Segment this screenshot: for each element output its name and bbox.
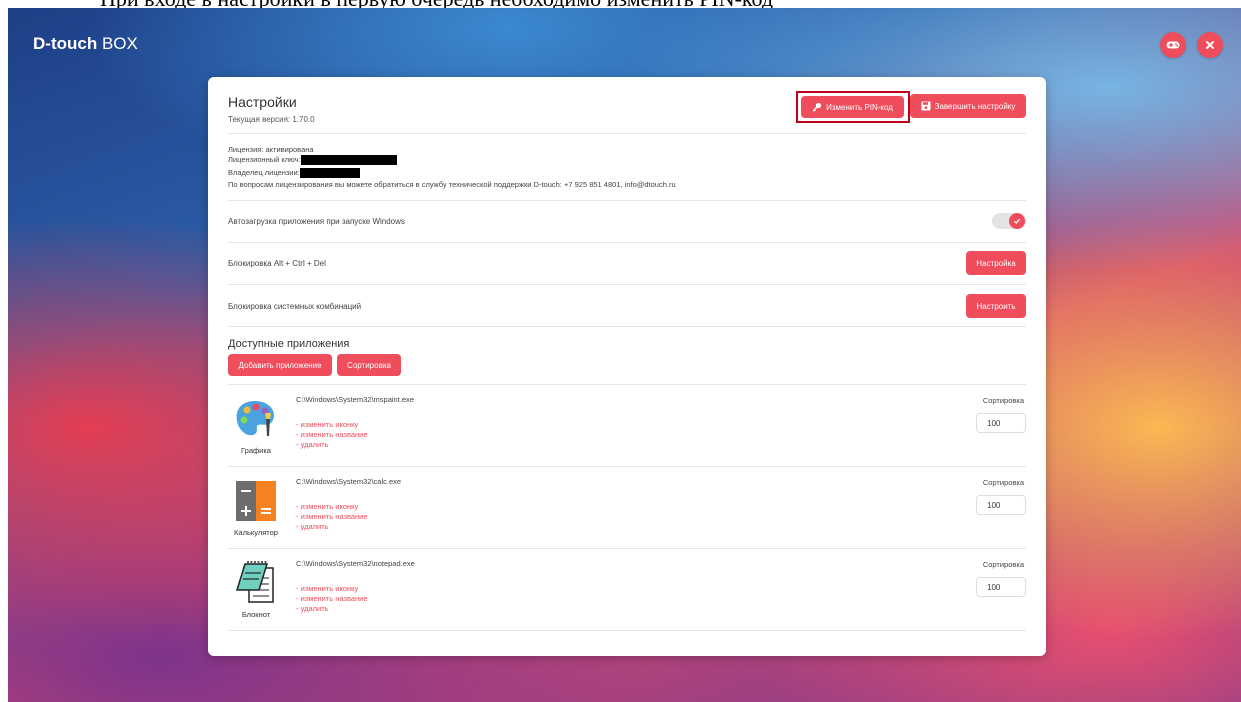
- paint-palette-icon: [228, 394, 284, 444]
- notepad-icon: [228, 558, 284, 608]
- altctrldel-settings-button[interactable]: Настройка: [966, 251, 1026, 275]
- add-app-label: Добавить приложение: [238, 360, 322, 370]
- calculator-icon: [228, 476, 284, 526]
- close-button[interactable]: [1197, 32, 1223, 58]
- finish-settings-button[interactable]: Завершить настройку: [910, 94, 1026, 118]
- app-path: C:\Windows\System32\notepad.exe: [296, 559, 415, 568]
- sort-order-input[interactable]: [976, 495, 1026, 515]
- change-icon-link[interactable]: - изменить иконку: [296, 584, 358, 593]
- divider: [228, 384, 1026, 385]
- divider: [228, 326, 1026, 327]
- syscombo-label: Блокировка системных комбинаций: [228, 302, 362, 311]
- settings-panel: Настройки Текущая версия: 1.70.0 Изменит…: [208, 77, 1046, 656]
- app-item: Блокнот C:\Windows\System32\notepad.exe …: [228, 550, 1026, 632]
- autostart-toggle[interactable]: [992, 213, 1026, 229]
- sort-label: Сортировка: [982, 396, 1024, 405]
- altctrldel-label: Блокировка Alt + Ctrl + Del: [228, 259, 326, 268]
- delete-link[interactable]: - удалить: [296, 440, 329, 449]
- toggle-knob: [1009, 213, 1025, 229]
- rename-link[interactable]: - изменить название: [296, 594, 368, 603]
- add-app-button[interactable]: Добавить приложение: [228, 354, 332, 376]
- sort-order-input[interactable]: [976, 577, 1026, 597]
- sort-label: Сортировка: [982, 560, 1024, 569]
- license-owner-redacted: [299, 168, 360, 179]
- license-support-text: По вопросам лицензирования вы можете обр…: [228, 180, 676, 189]
- rename-link[interactable]: - изменить название: [296, 430, 368, 439]
- key-icon: [812, 102, 822, 112]
- autostart-label: Автозагрузка приложения при запуске Wind…: [228, 217, 405, 226]
- change-pin-button[interactable]: Изменить PIN-код: [801, 96, 904, 118]
- license-owner-label: Владелец лицензии:: [228, 168, 300, 177]
- gamepad-button[interactable]: [1160, 32, 1186, 58]
- delete-link[interactable]: - удалить: [296, 522, 329, 531]
- divider: [228, 200, 1026, 201]
- app-item: Калькулятор C:\Windows\System32\calc.exe…: [228, 468, 1026, 550]
- divider: [228, 133, 1026, 134]
- divider: [228, 630, 1026, 631]
- app-item: Графика C:\Windows\System32\mspaint.exe …: [228, 386, 1026, 468]
- finish-settings-label: Завершить настройку: [934, 101, 1016, 111]
- app-name: Графика: [241, 446, 271, 455]
- license-status: Лицензия: активирована: [228, 145, 314, 154]
- app-path: C:\Windows\System32\mspaint.exe: [296, 395, 414, 404]
- caption-text-cropped: При входе в настройки в первую очередь н…: [0, 0, 1241, 8]
- app-brand: D-touch BOX: [33, 34, 138, 53]
- change-icon-link[interactable]: - изменить иконку: [296, 420, 358, 429]
- gamepad-icon: [1166, 41, 1180, 49]
- close-icon: [1206, 41, 1214, 49]
- license-key-label: Лицензионный ключ:: [228, 155, 301, 164]
- syscombo-settings-button[interactable]: Настроить: [966, 294, 1026, 318]
- divider: [228, 284, 1026, 285]
- apps-section-title: Доступные приложения: [228, 338, 350, 350]
- save-icon: [921, 101, 931, 111]
- desktop-background: D-touch BOX Настройки Текущая версия: 1.…: [8, 8, 1241, 702]
- settings-title: Настройки: [228, 94, 297, 110]
- app-path: C:\Windows\System32\calc.exe: [296, 477, 402, 486]
- app-name: Блокнот: [241, 610, 271, 619]
- change-pin-label: Изменить PIN-код: [826, 102, 893, 112]
- divider: [228, 242, 1026, 243]
- license-key-row: Лицензионный ключ:: [228, 155, 397, 166]
- sort-button[interactable]: Сортировка: [337, 354, 401, 376]
- rename-link[interactable]: - изменить название: [296, 512, 368, 521]
- delete-link[interactable]: - удалить: [296, 604, 329, 613]
- sort-button-label: Сортировка: [347, 360, 391, 370]
- license-owner-row: Владелец лицензии:: [228, 168, 360, 179]
- divider: [228, 466, 1026, 467]
- syscombo-settings-label: Настроить: [976, 301, 1016, 311]
- sort-order-input[interactable]: [976, 413, 1026, 433]
- change-icon-link[interactable]: - изменить иконку: [296, 502, 358, 511]
- license-key-redacted: [300, 155, 397, 166]
- sort-label: Сортировка: [982, 478, 1024, 487]
- version-text: Текущая версия: 1.70.0: [228, 115, 315, 124]
- divider: [228, 548, 1026, 549]
- altctrldel-settings-label: Настройка: [976, 258, 1016, 268]
- app-name: Калькулятор: [234, 528, 278, 537]
- check-icon: [1013, 218, 1021, 224]
